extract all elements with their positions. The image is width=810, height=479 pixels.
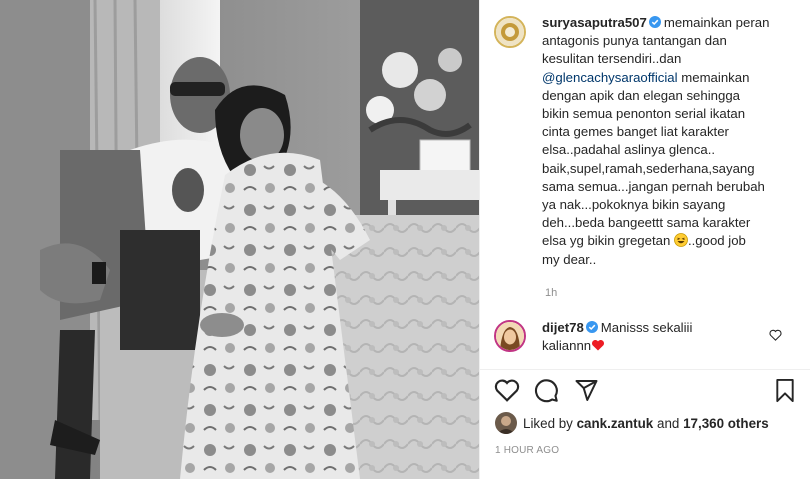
commenter-avatar-image <box>496 322 524 350</box>
verified-badge-icon <box>648 16 661 28</box>
caption-line: elsa yg bikin gregetan <box>542 233 671 249</box>
caption-line: sama semua...jangan pernah berubah <box>542 178 765 194</box>
post-caption: suryasaputra507 memainkan peran antagonis… <box>542 14 800 269</box>
caption-line: ..good job <box>687 233 746 249</box>
liker-avatar[interactable] <box>495 412 517 434</box>
comment-text: kaliannn <box>542 338 592 353</box>
paper-plane-icon[interactable] <box>574 378 599 402</box>
comment-text: Manisss sekaliii <box>600 320 693 335</box>
likes-and: and <box>657 415 680 431</box>
caption-mention-link[interactable]: @glencachysaraofficial <box>542 70 678 85</box>
caption-line: deh...beda bangeettt sama karakter <box>542 215 751 231</box>
author-avatar-image <box>496 18 524 46</box>
caption-line: elsa..padahal aslinya glenca.. <box>542 142 716 158</box>
author-avatar[interactable] <box>494 16 526 48</box>
caption-line: cinta gemes banget liat karakter <box>542 124 729 140</box>
caption-line: kesulitan tersendiri..dan <box>542 51 682 67</box>
commenter-avatar[interactable] <box>494 320 526 352</box>
caption-line: antagonis punya tantangan dan <box>542 33 727 49</box>
caption-line: memainkan peran <box>663 15 770 30</box>
comment-username[interactable]: dijet78 <box>542 320 584 335</box>
caption-line: my dear.. <box>542 251 597 267</box>
instagram-post-view: suryasaputra507 memainkan peran antagonis… <box>0 0 810 479</box>
post-photo[interactable] <box>0 0 479 479</box>
caption-line: memainkan <box>681 69 750 85</box>
verified-badge-icon <box>585 321 598 333</box>
likes-count-link[interactable]: 17,360 others <box>683 416 769 431</box>
liker-username-link[interactable]: cank.zantuk <box>577 416 654 431</box>
bookmark-icon[interactable] <box>774 378 796 403</box>
caption-line: dengan apik dan elegan sehingga <box>542 87 740 103</box>
heart-outline-icon[interactable] <box>494 378 520 402</box>
red-heart-emoji-icon <box>592 339 605 351</box>
comment-bubble-icon[interactable] <box>534 378 559 403</box>
comment-item: dijet78 Manisss sekaliii kaliannn <box>542 319 782 355</box>
liker-avatar-image <box>495 412 517 434</box>
caption-timestamp[interactable]: 1h <box>545 287 557 299</box>
caption-line: ya nak...pokoknya bikin sayang <box>542 197 726 213</box>
actions-divider <box>479 369 810 370</box>
laughing-emoji-icon <box>674 233 688 248</box>
caption-username[interactable]: suryasaputra507 <box>542 15 647 30</box>
likes-summary: Liked by cank.zantuk and 17,360 others <box>495 412 769 434</box>
caption-line: baik,supel,ramah,sederhana,sayang <box>542 160 755 176</box>
caption-line: bikin semua penonton serial ikatan <box>542 106 746 122</box>
post-timestamp[interactable]: 1 HOUR AGO <box>495 445 559 456</box>
comment-like-heart-icon[interactable] <box>769 329 782 341</box>
likes-prefix: Liked by <box>523 415 573 431</box>
post-photo-illustration <box>0 0 479 479</box>
